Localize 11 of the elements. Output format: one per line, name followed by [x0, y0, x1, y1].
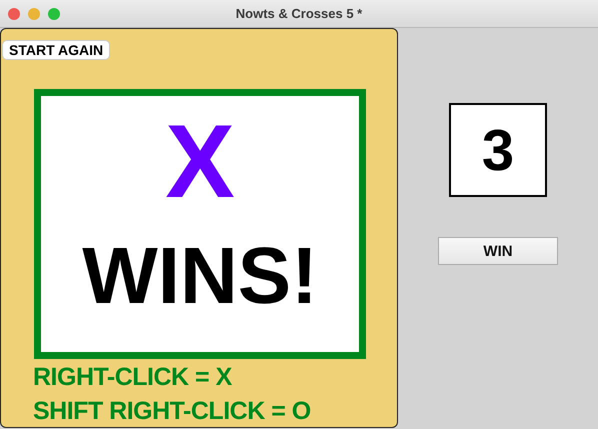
winner-symbol: X [165, 110, 235, 214]
instruction-text: SHIFT RIGHT-CLICK = O [33, 397, 311, 425]
win-button[interactable]: WIN [438, 237, 558, 265]
result-message: WINS! [82, 236, 318, 316]
start-again-button[interactable]: START AGAIN [2, 40, 110, 60]
close-icon[interactable] [8, 8, 20, 20]
zoom-icon[interactable] [48, 8, 60, 20]
counter-display: 3 [449, 103, 547, 197]
window-title: Nowts & Crosses 5 * [236, 6, 362, 21]
instruction-text: RIGHT-CLICK = X [33, 363, 233, 391]
minimize-icon[interactable] [28, 8, 40, 20]
